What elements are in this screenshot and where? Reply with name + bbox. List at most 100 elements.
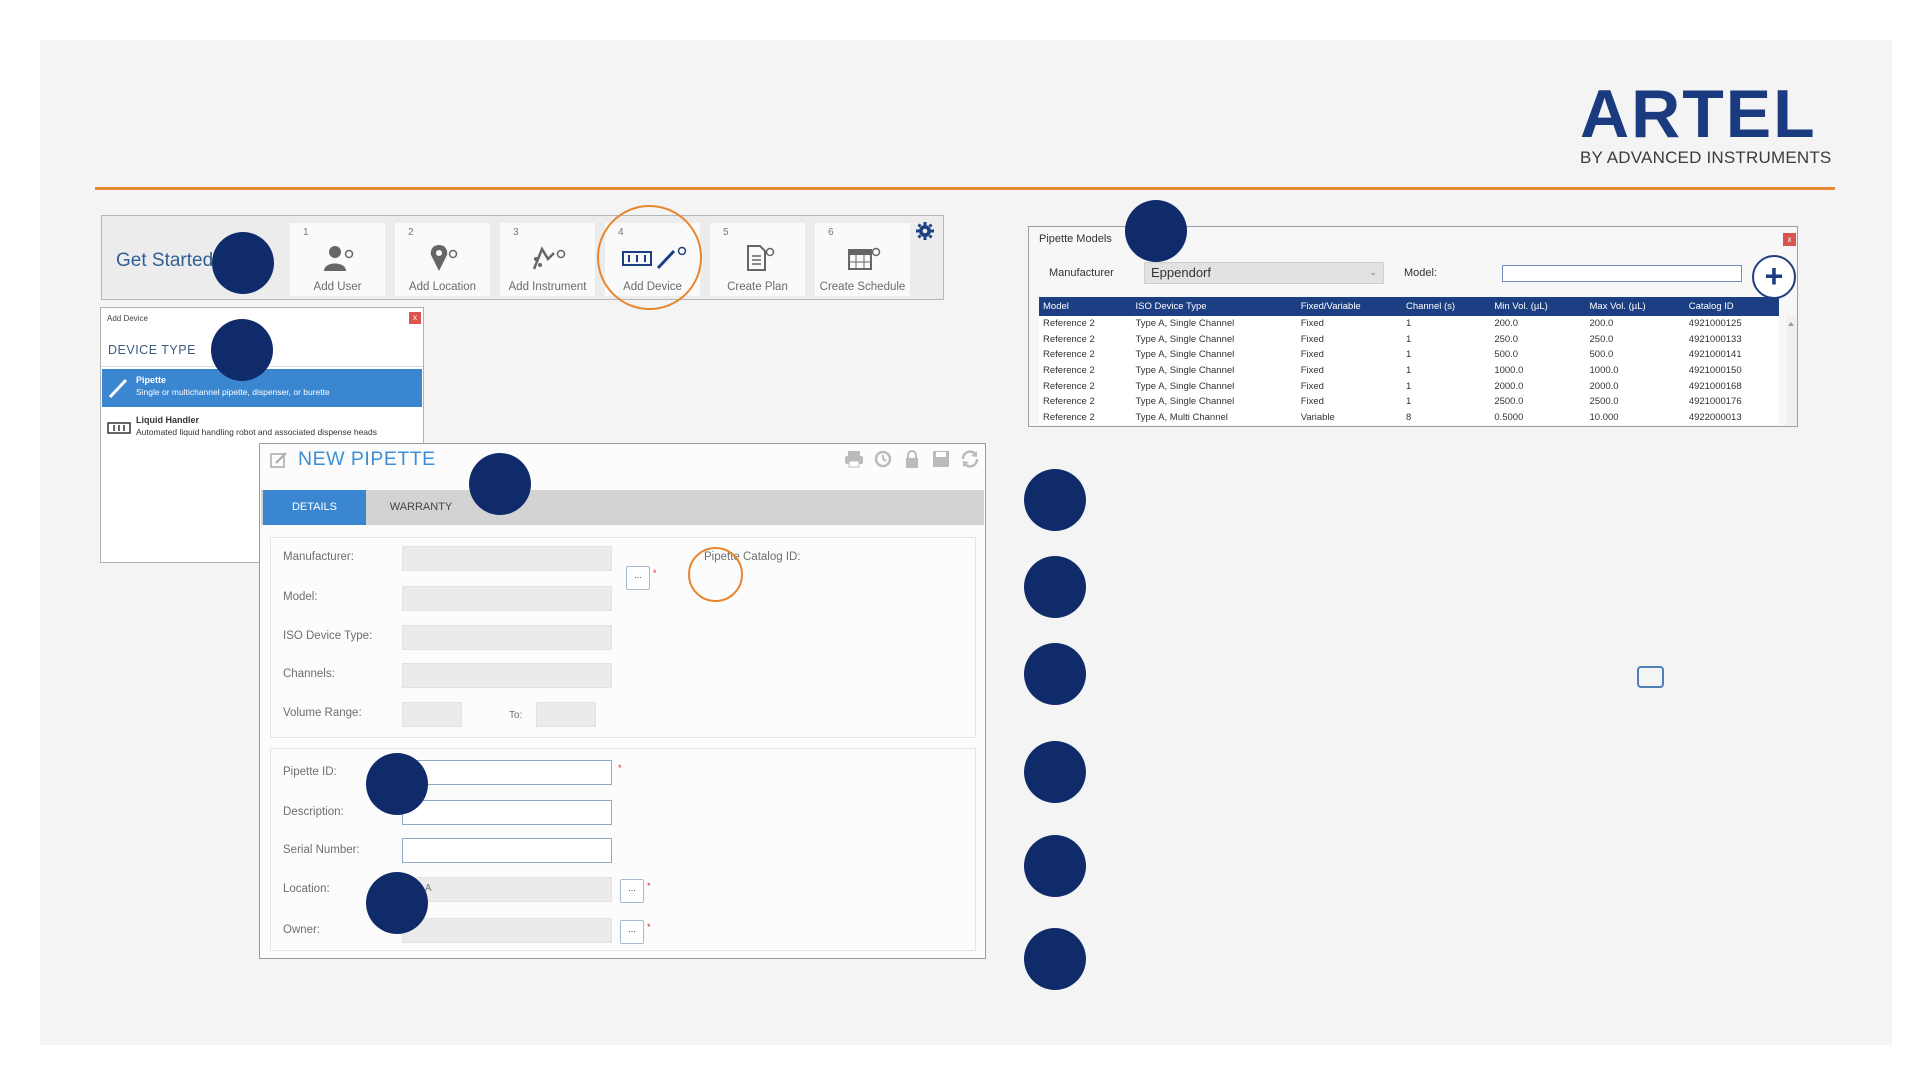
step-number: 2 xyxy=(408,227,414,238)
table-cell: 250.0 xyxy=(1589,333,1614,345)
form-title: NEW PIPETTE xyxy=(298,448,436,470)
table-cell: 1 xyxy=(1405,349,1412,361)
table-cell: 1000.0 xyxy=(1589,365,1619,377)
step-create-plan[interactable]: 5 Create Plan xyxy=(710,223,805,296)
table-cell: Reference 2 xyxy=(1043,411,1095,423)
device-option-name: Pipette xyxy=(136,375,167,385)
table-cell: Reference 2 xyxy=(1043,365,1095,377)
description-input[interactable] xyxy=(402,800,612,825)
table-cell: 4921000176 xyxy=(1688,396,1742,408)
orange-divider xyxy=(95,187,1835,190)
column-header[interactable]: Min Vol. (µL) xyxy=(1490,297,1586,316)
chevron-down-icon: ⌄ xyxy=(1369,267,1377,277)
step-add-instrument[interactable]: 3 Add Instrument xyxy=(500,223,595,296)
location-label: Location: xyxy=(283,883,330,895)
refresh-icon[interactable] xyxy=(959,449,981,469)
add-model-button[interactable]: + xyxy=(1752,255,1796,299)
models-grid-scrollbar[interactable] xyxy=(1786,316,1797,426)
column-header[interactable]: ISO Device Type xyxy=(1131,297,1297,316)
pipette-models-title: Pipette Models xyxy=(1039,233,1112,245)
table-row[interactable]: Reference 2 Type A, Single Channel Fixed 1 2… xyxy=(1039,378,1779,394)
table-row[interactable]: Reference 2 Type A, Single Channel Fixed 1 1… xyxy=(1039,363,1779,379)
column-header[interactable]: Catalog ID xyxy=(1684,297,1779,316)
settings-gear-icon[interactable] xyxy=(915,221,935,241)
channels-field[interactable] xyxy=(402,663,612,688)
step-label: Add Instrument xyxy=(508,281,587,293)
new-pipette-form: NEW PIPETTE DETAILS WARRANTY Manufacture… xyxy=(259,443,986,959)
callout-marker xyxy=(1024,928,1086,990)
table-cell: 1 xyxy=(1405,333,1412,345)
table-cell: Reference 2 xyxy=(1043,380,1095,392)
volume-min-field[interactable] xyxy=(402,702,462,727)
table-cell: 2000.0 xyxy=(1494,380,1524,392)
print-icon[interactable] xyxy=(843,449,865,469)
model-field[interactable] xyxy=(402,586,612,611)
models-grid-header: Model ISO Device Type Fixed/Variable Cha… xyxy=(1039,297,1779,316)
create-schedule-icon xyxy=(815,243,910,273)
location-field[interactable]: Lab A xyxy=(402,877,612,902)
step-add-location[interactable]: 2 Add Location xyxy=(395,223,490,296)
table-cell: Type A, Single Channel xyxy=(1135,318,1235,330)
lock-icon[interactable] xyxy=(901,449,923,469)
iso-type-field[interactable] xyxy=(402,625,612,650)
table-cell: 1 xyxy=(1405,380,1412,392)
table-cell: Fixed xyxy=(1300,318,1324,330)
manufacturer-browse-button[interactable]: ... xyxy=(626,566,650,590)
manufacturer-field[interactable] xyxy=(402,546,612,571)
device-option-liquid-handler[interactable]: Liquid Handler Automated liquid handling… xyxy=(102,409,422,447)
serial-number-input[interactable] xyxy=(402,838,612,863)
location-browse-button[interactable]: ... xyxy=(620,879,644,903)
get-started-label: Get Started xyxy=(116,250,214,271)
table-cell: 500.0 xyxy=(1589,349,1614,361)
column-header[interactable]: Model xyxy=(1039,297,1132,316)
table-row[interactable]: Reference 2 Type A, Single Channel Fixed 1 2… xyxy=(1039,394,1779,410)
empty-checkbox[interactable] xyxy=(1637,666,1664,688)
table-cell: Reference 2 xyxy=(1043,318,1095,330)
table-cell: 10.000 xyxy=(1589,411,1619,423)
step-create-schedule[interactable]: 6 Create Schedule xyxy=(815,223,910,296)
callout-marker xyxy=(1024,643,1086,705)
table-cell: 4921000150 xyxy=(1688,365,1742,377)
step-add-user[interactable]: 1 Add User xyxy=(290,223,385,296)
device-option-name: Liquid Handler xyxy=(136,415,199,425)
close-icon[interactable]: x xyxy=(409,312,421,324)
tab-bar: DETAILS WARRANTY xyxy=(261,490,984,525)
volume-max-field[interactable] xyxy=(536,702,596,727)
table-cell: 1000.0 xyxy=(1494,365,1524,377)
table-cell: 4921000133 xyxy=(1688,333,1742,345)
column-header[interactable]: Channel (s) xyxy=(1401,297,1491,316)
owner-browse-button[interactable]: ... xyxy=(620,920,644,944)
model-label: Model: xyxy=(283,591,318,603)
model-search-input[interactable] xyxy=(1502,265,1742,282)
table-row[interactable]: Reference 2 Type A, Single Channel Fixed 1 2… xyxy=(1039,332,1779,348)
highlight-ring-browse xyxy=(688,547,743,602)
callout-marker xyxy=(1024,556,1086,618)
add-device-title: Add Device xyxy=(107,314,148,323)
table-row[interactable]: Reference 2 Type A, Multi Channel Variable… xyxy=(1039,410,1779,425)
column-header[interactable]: Fixed/Variable xyxy=(1296,297,1402,316)
table-row[interactable]: Reference 2 Type A, Single Channel Fixed 1 5… xyxy=(1039,347,1779,363)
owner-label: Owner: xyxy=(283,924,321,936)
tab-details[interactable]: DETAILS xyxy=(263,490,366,525)
table-cell: Fixed xyxy=(1300,333,1324,345)
add-user-icon xyxy=(290,243,385,273)
pipette-icon xyxy=(106,377,132,399)
table-cell: 1 xyxy=(1405,396,1412,408)
device-option-pipette[interactable]: Pipette Single or multichannel pipette, … xyxy=(102,369,422,407)
table-cell: 250.0 xyxy=(1494,333,1519,345)
callout-marker xyxy=(366,753,428,815)
table-row[interactable]: Reference 2 Type A, Single Channel Fixed 1 2… xyxy=(1039,316,1779,332)
pipette-id-input[interactable] xyxy=(402,760,612,785)
device-option-desc: Automated liquid handling robot and asso… xyxy=(136,427,378,437)
column-header[interactable]: Max Vol. (µL) xyxy=(1585,297,1685,316)
table-cell: Reference 2 xyxy=(1043,333,1095,345)
step-label: Create Schedule xyxy=(819,281,906,293)
manufacturer-label: Manufacturer: xyxy=(283,551,354,563)
tab-warranty[interactable]: WARRANTY xyxy=(381,490,461,525)
step-label: Add User xyxy=(313,281,362,293)
close-icon[interactable]: x xyxy=(1783,233,1796,246)
manufacturer-select[interactable]: Eppendorf ⌄ xyxy=(1144,262,1384,284)
save-icon[interactable] xyxy=(930,449,952,469)
history-icon[interactable] xyxy=(872,449,894,469)
owner-field[interactable] xyxy=(402,918,612,943)
